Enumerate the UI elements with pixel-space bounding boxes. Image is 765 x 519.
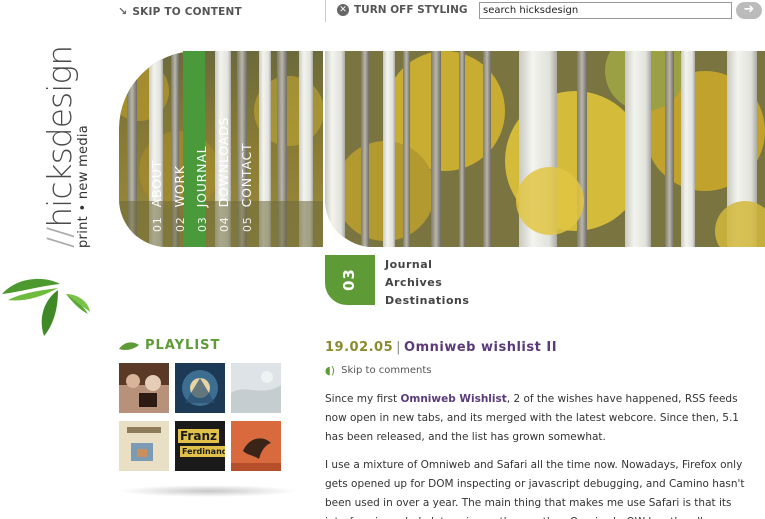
top-bar: ↘ SKIP TO CONTENT ✕ TURN OFF STYLING ➜ [0, 0, 765, 24]
nav-item-label: JOURNAL [194, 145, 209, 208]
nav-item-number: 03 [196, 216, 209, 232]
post-paragraph: Since my first Omniweb Wishlist, 2 of th… [325, 390, 745, 447]
nav-item-journal[interactable]: 03 JOURNAL [194, 146, 209, 232]
leaf-logo-icon [2, 278, 90, 336]
sub-navigation: Journal Archives Destinations [385, 256, 469, 310]
playlist-header: PLAYLIST [119, 338, 220, 353]
skip-to-comments-label: Skip to comments [341, 365, 432, 376]
nav-item-label: CONTACT [239, 142, 254, 208]
close-circle-icon: ✕ [337, 4, 349, 16]
album-cover[interactable] [175, 363, 225, 413]
nav-item-about[interactable]: 01 ABOUT [149, 160, 164, 232]
header-photo [325, 51, 765, 247]
nav-item-work[interactable]: 02 WORK [172, 165, 187, 232]
arrow-right-icon: ➜ [743, 2, 755, 17]
nav-item-label: WORK [172, 165, 187, 208]
site-logo[interactable]: //hicksdesign [40, 46, 79, 248]
nav-item-number: 02 [174, 216, 187, 232]
album-cover[interactable] [231, 363, 281, 413]
skip-to-content-link[interactable]: ↘ SKIP TO CONTENT [118, 5, 242, 18]
album-cover[interactable] [119, 421, 169, 471]
nav-item-label: DOWNLOADS [216, 116, 231, 208]
skip-to-comments-link[interactable]: ◖) Skip to comments [325, 364, 431, 377]
nav-item-contact[interactable]: 05 CONTACT [239, 143, 254, 233]
turn-off-styling-label: TURN OFF STYLING [354, 4, 468, 16]
nav-item-label: ABOUT [149, 159, 164, 208]
album-cover-franz-ferdinand[interactable]: Franz Ferdinand [175, 421, 225, 471]
speaker-icon: ◖) [325, 364, 336, 377]
skip-to-content-label: SKIP TO CONTENT [132, 5, 242, 18]
post-header: 19.02.05 | Omniweb wishlist II [325, 340, 557, 355]
section-number-badge: 03 [325, 255, 375, 305]
playlist-title: PLAYLIST [145, 338, 221, 353]
logo-tagline: print • new media [76, 124, 91, 248]
post-body: Since my first Omniweb Wishlist, 2 of th… [325, 390, 745, 519]
album-cover[interactable] [119, 363, 169, 413]
logo-name: hicksdesign [40, 45, 79, 228]
birch-forest-image [325, 51, 765, 247]
section-number: 03 [340, 268, 358, 291]
search-submit-button[interactable]: ➜ [736, 2, 762, 19]
nav-item-number: 01 [151, 216, 164, 232]
nav-item-downloads[interactable]: 04 DOWNLOADS [216, 117, 231, 232]
leaf-icon [119, 341, 139, 350]
subnav-journal[interactable]: Journal [385, 256, 469, 274]
arrow-down-right-icon: ↘ [118, 5, 128, 18]
post-title[interactable]: Omniweb wishlist II [404, 340, 557, 355]
topbar-divider [325, 0, 326, 22]
post-separator: | [396, 340, 402, 355]
subnav-destinations[interactable]: Destinations [385, 292, 469, 310]
logo-slashes: // [40, 227, 79, 248]
omniweb-wishlist-link[interactable]: Omniweb Wishlist [400, 393, 506, 405]
post-paragraph: I use a mixture of Omniweb and Safari al… [325, 459, 745, 519]
album-cover[interactable] [231, 421, 281, 471]
nav-item-number: 04 [218, 216, 231, 232]
post-date: 19.02.05 [325, 340, 394, 355]
search-input[interactable] [479, 2, 732, 19]
paragraph-text: Since my first [325, 393, 401, 405]
turn-off-styling-link[interactable]: ✕ TURN OFF STYLING [337, 4, 467, 16]
nav-item-number: 05 [241, 216, 254, 232]
playlist-shadow [119, 485, 297, 497]
album-title-ferdinand: Ferdinand [180, 446, 225, 457]
subnav-archives[interactable]: Archives [385, 274, 469, 292]
album-title-franz: Franz [178, 429, 219, 443]
